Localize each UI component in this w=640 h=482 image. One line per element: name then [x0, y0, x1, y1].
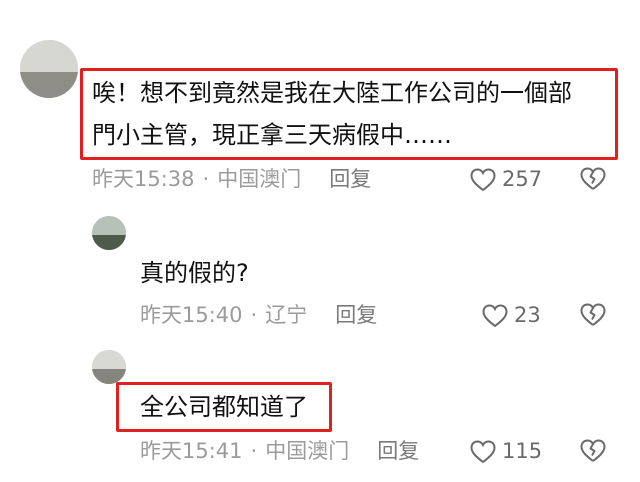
like-count: 115 — [502, 439, 543, 463]
meta-separator: · — [202, 167, 210, 191]
comment-location: 中国澳门 — [217, 167, 302, 191]
avatar[interactable] — [92, 216, 126, 250]
comment-text: 全公司都知道了 — [140, 386, 308, 428]
avatar[interactable] — [92, 350, 126, 384]
like-count: 257 — [502, 167, 543, 191]
comment-meta: 昨天15:40 · 辽宁 回复 — [140, 300, 377, 330]
comment-time: 昨天15:40 — [140, 303, 243, 327]
dislike-button[interactable] — [580, 167, 606, 191]
heart-outline-icon — [470, 440, 496, 464]
heart-outline-icon — [470, 168, 496, 192]
avatar[interactable] — [20, 40, 78, 98]
comment-line: 門小主管，現正拿三天病假中…… — [92, 121, 452, 149]
comment-meta: 昨天15:41 · 中国澳门 回复 — [140, 436, 419, 466]
reply-button[interactable]: 回复 — [335, 300, 377, 330]
comment-location: 中国澳门 — [265, 439, 350, 463]
broken-heart-icon — [580, 439, 606, 462]
broken-heart-icon — [580, 303, 606, 326]
meta-separator: · — [250, 439, 258, 463]
comment-line: 真的假的? — [140, 259, 249, 287]
comment-location: 辽宁 — [265, 303, 308, 327]
comment-time: 昨天15:38 — [92, 167, 195, 191]
comment-text: 唉！想不到竟然是我在大陸工作公司的一個部 門小主管，現正拿三天病假中…… — [92, 72, 572, 156]
reply-button[interactable]: 回复 — [377, 436, 419, 466]
heart-outline-icon — [482, 304, 508, 328]
dislike-button[interactable] — [580, 439, 606, 463]
comment-thread: 唉！想不到竟然是我在大陸工作公司的一個部 門小主管，現正拿三天病假中…… 昨天1… — [0, 0, 640, 482]
like-button[interactable]: 23 — [482, 300, 541, 330]
like-button[interactable]: 257 — [470, 164, 542, 194]
dislike-button[interactable] — [580, 303, 606, 327]
like-count: 23 — [514, 303, 541, 327]
comment-text: 真的假的? — [140, 252, 249, 294]
comment-meta: 昨天15:38 · 中国澳门 回复 — [92, 164, 371, 194]
comment-time: 昨天15:41 — [140, 439, 243, 463]
comment-line: 全公司都知道了 — [140, 393, 308, 421]
broken-heart-icon — [580, 167, 606, 190]
like-button[interactable]: 115 — [470, 436, 542, 466]
reply-button[interactable]: 回复 — [329, 164, 371, 194]
meta-separator: · — [250, 303, 258, 327]
comment-line: 唉！想不到竟然是我在大陸工作公司的一個部 — [92, 79, 572, 107]
